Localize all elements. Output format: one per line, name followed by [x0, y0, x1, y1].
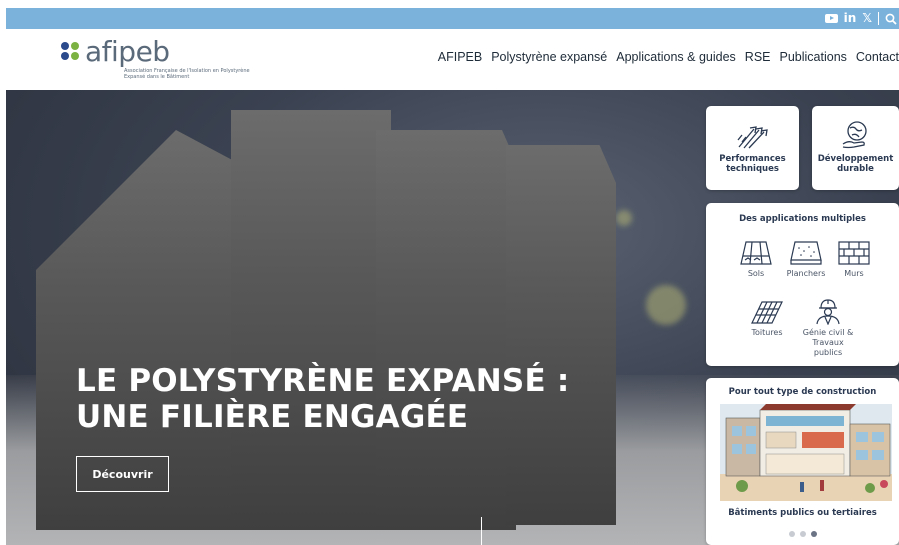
carousel-dot-active[interactable]	[810, 531, 817, 537]
hero-title-line: UNE FILIÈRE ENGAGÉE	[76, 399, 469, 435]
card-label-line: durable	[837, 164, 874, 174]
nav-polystyrene[interactable]: Polystyrène expansé	[491, 50, 607, 64]
social-links: in 𝕏	[824, 8, 899, 29]
nav-applications[interactable]: Applications & guides	[616, 50, 736, 64]
card-label: Développement durable	[812, 154, 899, 174]
discover-button[interactable]: Découvrir	[76, 456, 169, 492]
card-label-line: techniques	[726, 164, 779, 174]
bokeh-light	[616, 210, 632, 226]
app-murs[interactable]: Murs	[824, 240, 884, 279]
hero-title: LE POLYSTYRÈNE EXPANSÉ : UNE FILIÈRE ENG…	[76, 363, 569, 435]
card-applications: Des applications multiples Sols Plancher…	[706, 203, 899, 366]
youtube-icon[interactable]	[824, 14, 838, 23]
worker-icon	[816, 299, 840, 325]
eps-block	[506, 145, 616, 525]
card-label-line: Développement	[817, 154, 894, 164]
search-icon[interactable]	[885, 13, 897, 25]
eps-block	[231, 110, 391, 530]
afipeb-logo[interactable]: afipeb Association Française de l'Isolat…	[61, 35, 261, 83]
app-label: Travaux publics	[812, 338, 844, 357]
construction-title: Pour tout type de construction	[728, 387, 877, 397]
nav-contact[interactable]: Contact	[856, 50, 899, 64]
app-label: Génie civil &	[802, 328, 854, 337]
scroll-indicator	[481, 517, 482, 545]
app-label: Murs	[844, 269, 864, 278]
roof-icon	[751, 301, 783, 324]
card-performances[interactable]: Performances techniques	[706, 106, 799, 190]
card-label: Performances techniques	[706, 154, 799, 174]
nav-rse[interactable]: RSE	[745, 50, 771, 64]
bokeh-light	[646, 285, 686, 325]
nav-publications[interactable]: Publications	[780, 50, 847, 64]
app-label: Toitures	[751, 328, 783, 337]
app-genie-civil[interactable]: Génie civil & Travaux publics	[798, 297, 858, 358]
construction-caption: Bâtiments publics ou tertiaires	[728, 508, 877, 518]
logo-wordmark: afipeb	[85, 35, 170, 68]
card-label-line: Performances	[719, 154, 786, 164]
carousel-dots	[706, 531, 899, 537]
building-image	[720, 404, 892, 501]
arrows-up-icon	[736, 126, 768, 149]
social-bar: in 𝕏	[6, 8, 899, 29]
app-toitures[interactable]: Toitures	[737, 299, 797, 338]
card-construction[interactable]: Pour tout type de construction Bâtiments…	[706, 378, 899, 545]
x-icon[interactable]: 𝕏	[862, 8, 872, 29]
hero-title-line: LE POLYSTYRÈNE EXPANSÉ :	[76, 363, 570, 399]
separator	[878, 12, 879, 25]
building-illustration	[720, 404, 892, 501]
applications-title: Des applications multiples	[739, 214, 866, 224]
carousel-dot[interactable]	[799, 531, 806, 537]
linkedin-icon[interactable]: in	[844, 8, 857, 29]
site-header: afipeb Association Française de l'Isolat…	[6, 29, 899, 90]
slab-icon	[790, 241, 822, 265]
globe-hand-icon	[842, 121, 867, 149]
wall-icon	[838, 241, 870, 265]
nav-afipeb[interactable]: AFIPEB	[438, 50, 482, 64]
logo-dots	[61, 42, 83, 64]
card-developpement-durable[interactable]: Développement durable	[812, 106, 899, 190]
main-nav: AFIPEB Polystyrène expansé Applications …	[438, 29, 899, 84]
floor-icon	[740, 241, 772, 265]
eps-block	[376, 130, 516, 530]
logo-tagline: Association Française de l'Isolation en …	[124, 68, 250, 80]
carousel-dot[interactable]	[788, 531, 795, 537]
